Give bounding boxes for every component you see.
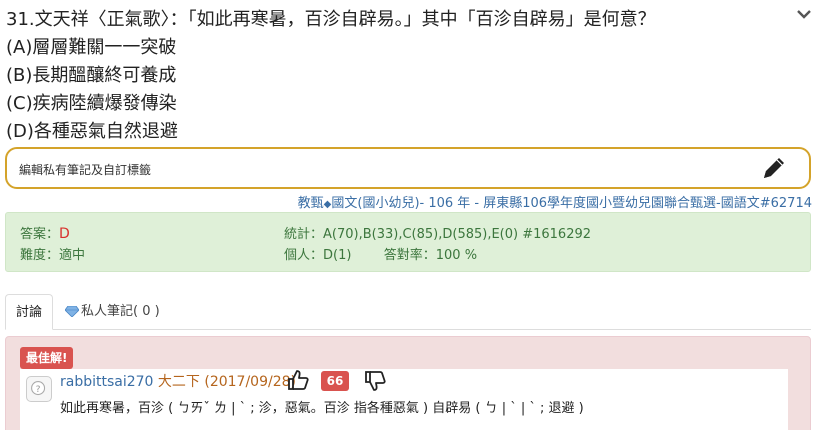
tab-bar: 討論 私人筆記( 0 ) <box>5 294 811 330</box>
pencil-icon[interactable] <box>761 155 787 181</box>
private-note-bar[interactable]: 編輯私有筆記及自訂標籤 <box>5 147 811 189</box>
difficulty-row: 難度：適中 <box>20 244 85 263</box>
comment-text: 如此再寒暑，百沴 ( ㄅㄞˇ ㄌ | ˋ ; 沴，惡氣。百沴 指各種惡氣 ) 自… <box>60 401 584 416</box>
question-mark-icon: ? <box>31 381 46 396</box>
thumbs-up-icon[interactable] <box>287 369 309 391</box>
question-source[interactable]: 教甄◆國文(國小幼兒)- 106 年 - 屏東縣106學年度國小暨幼兒園聯合甄選… <box>298 192 812 211</box>
stats-value: A(70),B(33),C(85),D(585),E(0) #1616292 <box>323 227 592 242</box>
question: 31.文天祥〈正氣歌〉：「如此再寒暑，百沴自辟易。」其中「百沴自辟易」是何意？ … <box>6 6 786 146</box>
stats-label: 統計： <box>284 227 324 242</box>
difficulty-label: 難度： <box>20 248 60 263</box>
accuracy-value: 100 % <box>435 248 478 263</box>
thumbs-down-icon[interactable] <box>364 370 386 392</box>
option-a[interactable]: (A)層層難關一一突破 <box>6 34 786 62</box>
personal-row: 個人：D(1) 答對率：100 % <box>284 244 477 263</box>
comment-username[interactable]: rabbittsai270 <box>60 374 153 390</box>
gem-icon <box>65 306 79 317</box>
source-text[interactable]: 國文(國小幼兒)- 106 年 - 屏東縣106學年度國小暨幼兒園聯合甄選-國語… <box>331 196 812 211</box>
note-label: 編輯私有筆記及自訂標籤 <box>19 163 152 177</box>
tab-discussion[interactable]: 討論 <box>5 294 54 330</box>
option-d[interactable]: (D)各種惡氣自然退避 <box>6 118 786 146</box>
question-stem: 31.文天祥〈正氣歌〉：「如此再寒暑，百沴自辟易。」其中「百沴自辟易」是何意？ <box>6 9 656 30</box>
best-answer-panel: 最佳解! ? rabbittsai270 大二下 (2017/09/28) 66… <box>5 336 811 430</box>
option-b[interactable]: (B)長期醞釀終可養成 <box>6 62 786 90</box>
chevron-down-icon[interactable] <box>796 6 812 22</box>
answer-label: 答案： <box>20 227 60 242</box>
comment-meta: rabbittsai270 大二下 (2017/09/28) <box>60 371 296 391</box>
personal-label: 個人： <box>284 248 324 263</box>
like-count: 66 <box>321 371 349 391</box>
source-prefix[interactable]: 教甄 <box>298 196 324 211</box>
personal-value: D(1) <box>323 248 352 263</box>
accuracy-label: 答對率： <box>383 248 436 263</box>
tab-private-notes[interactable]: 私人筆記( 0 ) <box>55 294 170 330</box>
comment-card: ? rabbittsai270 大二下 (2017/09/28) 66 如此再寒… <box>20 369 788 430</box>
answer-panel: 答案：D 難度：適中 統計：A(70),B(33),C(85),D(585),E… <box>5 212 811 272</box>
avatar[interactable]: ? <box>26 376 52 402</box>
comment-grade-date: 大二下 (2017/09/28) <box>157 374 296 390</box>
best-answer-badge: 最佳解! <box>20 347 74 369</box>
answer-row: 答案：D <box>20 223 70 242</box>
svg-text:?: ? <box>36 384 41 395</box>
tab-private-notes-label: 私人筆記( 0 ) <box>81 304 160 319</box>
stats-row: 統計：A(70),B(33),C(85),D(585),E(0) #161629… <box>284 223 591 242</box>
tab-discussion-label: 討論 <box>16 305 43 320</box>
difficulty-value: 適中 <box>59 248 86 263</box>
option-c[interactable]: (C)疾病陸續爆發傳染 <box>6 90 786 118</box>
answer-value: D <box>59 226 70 242</box>
